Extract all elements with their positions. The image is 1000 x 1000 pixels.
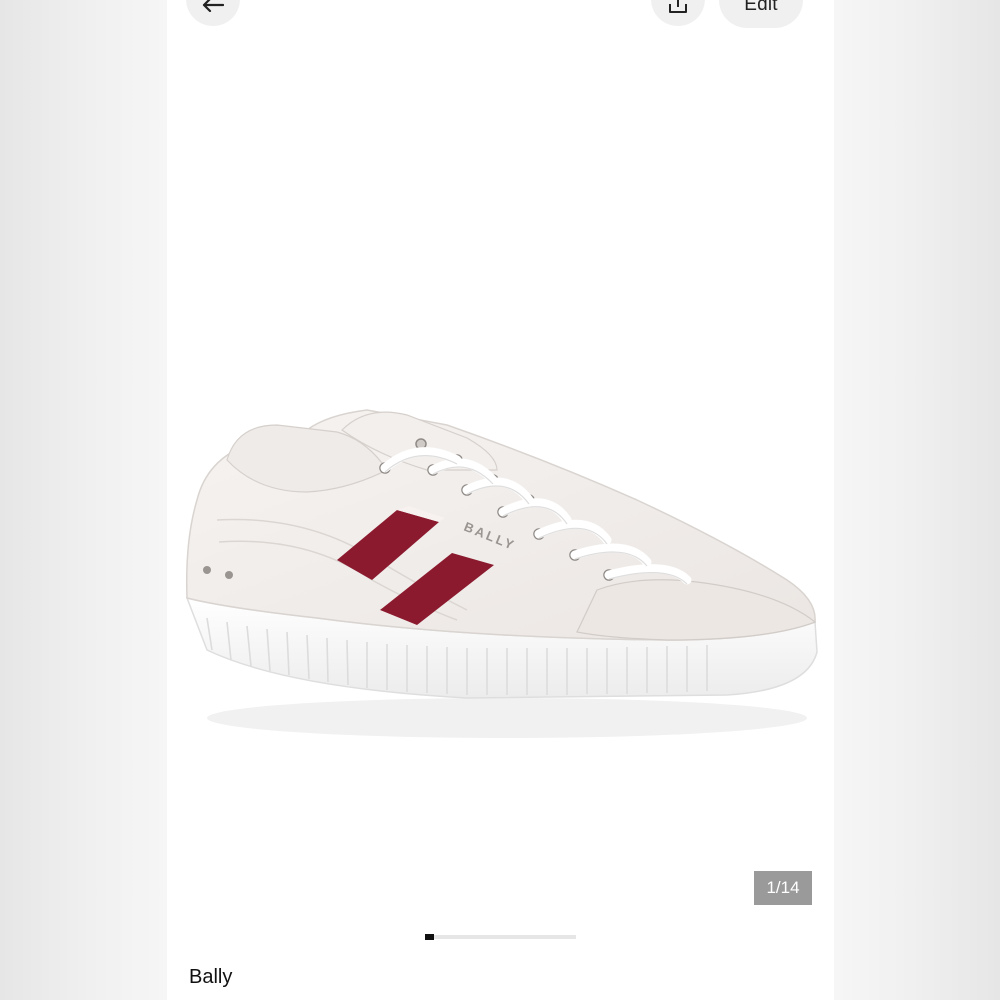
product-image[interactable]: BALLY xyxy=(167,170,834,810)
pager-active-indicator xyxy=(425,934,434,940)
edit-button-label: Edit xyxy=(744,0,778,15)
left-backdrop xyxy=(0,0,167,1000)
share-icon xyxy=(669,0,687,13)
arrow-left-icon xyxy=(202,0,224,12)
brand-name[interactable]: Bally xyxy=(189,966,232,989)
share-button[interactable] xyxy=(651,0,705,26)
edit-button[interactable]: Edit xyxy=(719,0,803,28)
right-backdrop xyxy=(834,0,1000,1000)
image-counter: 1/14 xyxy=(754,871,812,905)
image-pager[interactable] xyxy=(425,934,576,940)
listing-screen: Edit BALLY 1/14 Bally xyxy=(167,0,834,1000)
back-button[interactable] xyxy=(186,0,240,26)
